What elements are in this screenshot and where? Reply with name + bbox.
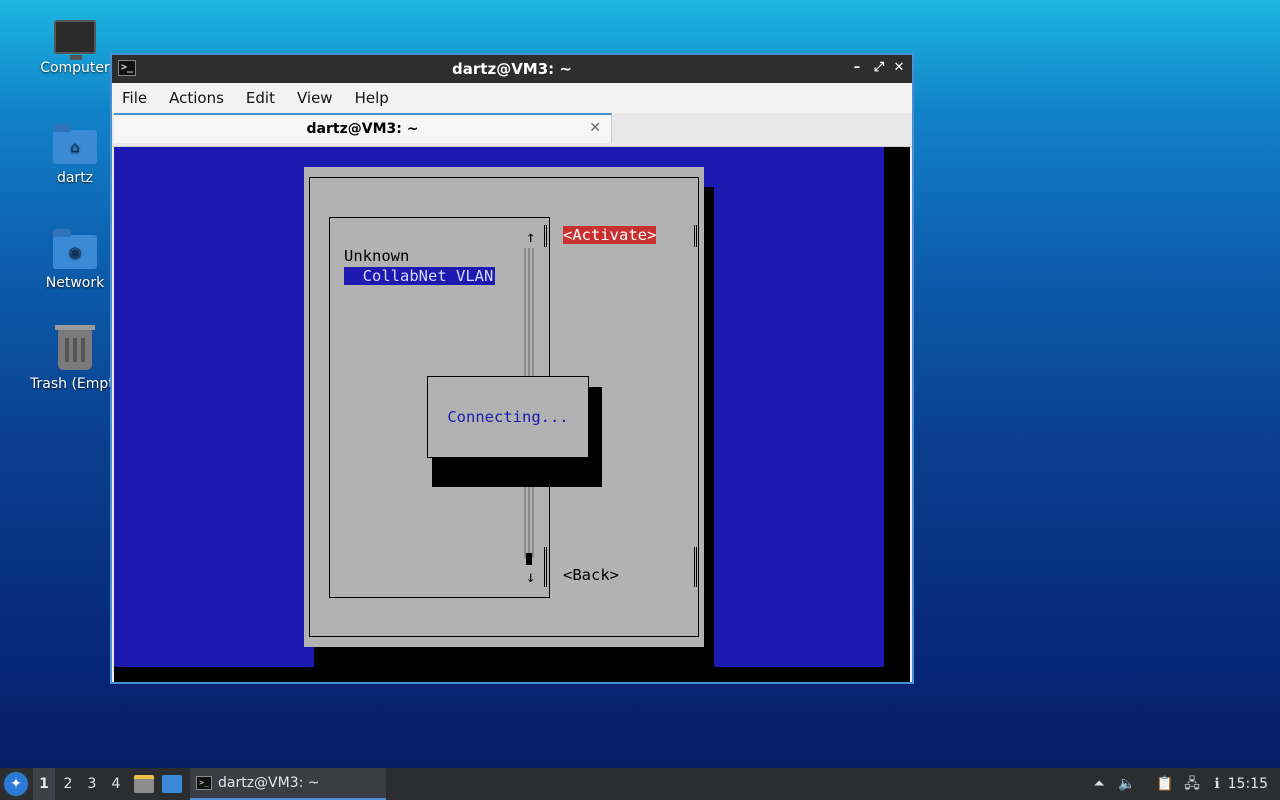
workspace-3[interactable]: 3 [81,768,103,800]
notification-icon[interactable]: ℹ [1208,775,1226,793]
window-title: dartz@VM3: ~ [452,60,572,78]
list-item[interactable]: Unknown [344,247,409,265]
clipboard-icon[interactable]: 📋 [1156,775,1174,793]
show-desktop-icon[interactable] [162,775,182,793]
tab-title: dartz@VM3: ~ [306,121,419,137]
terminal-app-icon: >_ [118,60,136,76]
scrollbar-thumb[interactable] [526,553,532,565]
scroll-up-icon[interactable]: ↑ [526,228,535,246]
tab-bar: dartz@VM3: ~ ✕ [112,113,912,147]
network-icon[interactable]: 🖧 [1183,775,1201,793]
computer-icon [54,20,96,60]
minimize-button[interactable]: – [848,59,866,77]
scroll-down-icon[interactable]: ↓ [526,568,535,586]
window-titlebar[interactable]: >_ dartz@VM3: ~ – ⤢ ✕ [112,55,912,83]
menu-edit[interactable]: Edit [246,89,275,107]
workspace-1[interactable]: 1 [33,768,55,800]
taskbar: ✦ 1 2 3 4 >_ dartz@VM3: ~ ⏶ 🔈 📋 🖧 ℹ 15:1… [0,768,1280,800]
menu-actions[interactable]: Actions [169,89,224,107]
popup-message: Connecting... [447,408,569,426]
desktop-icon-label: Trash (Empty) [30,376,120,392]
workspace-4[interactable]: 4 [105,768,127,800]
terminal-window: >_ dartz@VM3: ~ – ⤢ ✕ File Actions Edit … [110,53,914,684]
connecting-popup: Connecting... [427,376,589,458]
separator [694,225,697,247]
menu-bar: File Actions Edit View Help [112,83,912,113]
volume-icon[interactable]: 🔈 [1118,775,1136,793]
terminal-area[interactable]: Unknown CollabNet VLAN ↑ ↓ <Activate> <B… [114,147,910,682]
network-folder-icon: ◉ [53,229,97,269]
maximize-button[interactable]: ⤢ [870,59,888,77]
tray-up-arrow-icon[interactable]: ⏶ [1090,775,1108,793]
start-menu-icon[interactable]: ✦ [4,772,28,796]
close-button[interactable]: ✕ [890,59,908,77]
separator [694,547,697,587]
separator [544,547,547,587]
tab-close-icon[interactable]: ✕ [589,120,601,136]
terminal-task-icon: >_ [196,776,212,790]
activate-button[interactable]: <Activate> [563,226,657,244]
tab-terminal[interactable]: dartz@VM3: ~ ✕ [114,113,612,143]
menu-help[interactable]: Help [355,89,389,107]
list-item-selected[interactable]: CollabNet VLAN [344,267,496,285]
task-label: dartz@VM3: ~ [218,775,320,791]
separator [544,225,547,247]
clock[interactable]: 15:15 [1228,768,1268,800]
back-button[interactable]: <Back> [563,566,619,584]
terminal-bottom-margin [114,667,910,682]
file-manager-launcher-icon[interactable] [134,775,154,793]
workspace-2[interactable]: 2 [57,768,79,800]
taskbar-task-terminal[interactable]: >_ dartz@VM3: ~ [190,768,386,800]
menu-file[interactable]: File [122,89,147,107]
menu-view[interactable]: View [297,89,333,107]
home-folder-icon: ⌂ [53,124,97,164]
trash-icon [55,325,95,370]
